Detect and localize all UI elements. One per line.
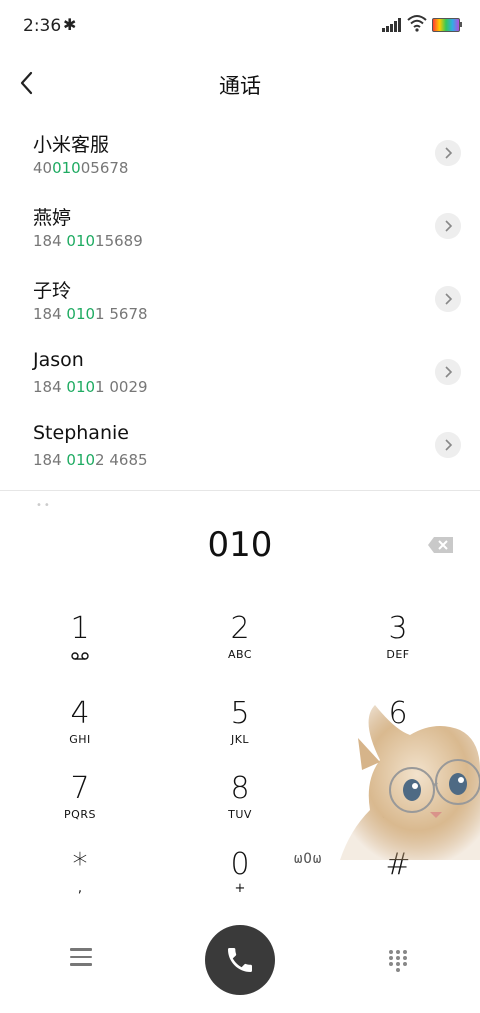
battery-tip [460,22,462,27]
call-button[interactable] [205,925,275,995]
contact-item[interactable]: 小米客服 4001005678 [0,121,480,194]
key-letters: WXYZ [380,808,416,821]
contact-name: 小米客服 [33,134,110,156]
contact-list: 小米客服 4001005678 燕婷 184 01015689 子玲 184 0… [0,121,480,486]
header: 通话 [0,52,480,114]
key-letters: MNO [384,733,412,746]
drag-handle[interactable]: •• [36,500,52,511]
page-title: 通话 [219,74,261,98]
voicemail-icon [71,652,89,660]
key-letters: GHI [69,733,91,746]
contact-name: 子玲 [33,280,72,302]
key-letters: PQRS [64,808,96,821]
key-letters: , [77,881,83,896]
wifi-icon [407,15,427,32]
key-digit: 1 [70,611,90,646]
key-2[interactable]: 2 ABC [175,612,305,682]
key-hash[interactable]: # [333,848,463,918]
key-9[interactable]: 9 WXYZ [333,772,463,842]
key-5[interactable]: 5 JKL [175,697,305,767]
key-6[interactable]: 6 MNO [333,697,463,767]
contact-number: 184 0101 5678 [33,305,148,323]
menu-icon[interactable] [70,948,92,966]
contact-number: 184 0101 0029 [33,378,148,396]
contact-number: 184 0102 4685 [33,451,148,469]
key-digit: 8 [230,771,250,806]
contact-name: 燕婷 [33,207,72,229]
contact-item[interactable]: 子玲 184 0101 5678 [0,267,480,340]
key-digit: 9 [388,771,408,806]
contact-name: Stephanie [33,422,129,444]
key-letters: JKL [230,733,250,746]
key-star[interactable]: * , [15,848,145,918]
contact-item[interactable]: Jason 184 0101 0029 [0,340,480,413]
key-digit: 7 [70,771,90,806]
key-letters: DEF [386,648,410,661]
status-bar: 2:36 ✱ [0,0,480,52]
battery-icon [432,18,460,32]
key-digit: 0 [230,847,250,882]
key-8[interactable]: 8 TUV [175,772,305,842]
chevron-right-icon[interactable] [435,140,461,166]
key-4[interactable]: 4 GHI [15,697,145,767]
key-digit: 3 [388,611,408,646]
contact-number: 4001005678 [33,159,129,177]
chevron-right-icon[interactable] [435,359,461,385]
signal-icon [382,18,404,32]
key-letters: TUV [228,808,252,821]
sticker-text: ωOω [294,851,323,867]
key-7[interactable]: 7 PQRS [15,772,145,842]
dialed-number-display: 010 [207,525,273,565]
key-digit: * [72,847,88,882]
key-digit: 5 [230,696,250,731]
contact-number: 184 01015689 [33,232,143,250]
chevron-right-icon[interactable] [435,286,461,312]
key-1[interactable]: 1 [15,612,145,682]
contact-item[interactable]: 燕婷 184 01015689 [0,194,480,267]
contact-name: Jason [33,349,84,371]
dialpad-icon[interactable] [389,950,409,972]
key-letters: + [234,881,246,896]
phone-icon [228,948,252,972]
chevron-right-icon[interactable] [435,432,461,458]
contact-item[interactable]: Stephanie 184 0102 4685 [0,413,480,486]
key-0[interactable]: 0 + [175,848,305,918]
divider [0,490,480,491]
bluetooth-icon: ✱ [63,15,77,34]
key-letters: ABC [227,648,253,661]
key-digit: # [385,847,411,882]
status-time: 2:36 [23,16,62,36]
key-digit: 6 [388,696,408,731]
backspace-icon[interactable] [427,536,454,554]
key-3[interactable]: 3 DEF [333,612,463,682]
chevron-right-icon[interactable] [435,213,461,239]
key-digit: 2 [230,611,250,646]
key-digit: 4 [70,696,90,731]
